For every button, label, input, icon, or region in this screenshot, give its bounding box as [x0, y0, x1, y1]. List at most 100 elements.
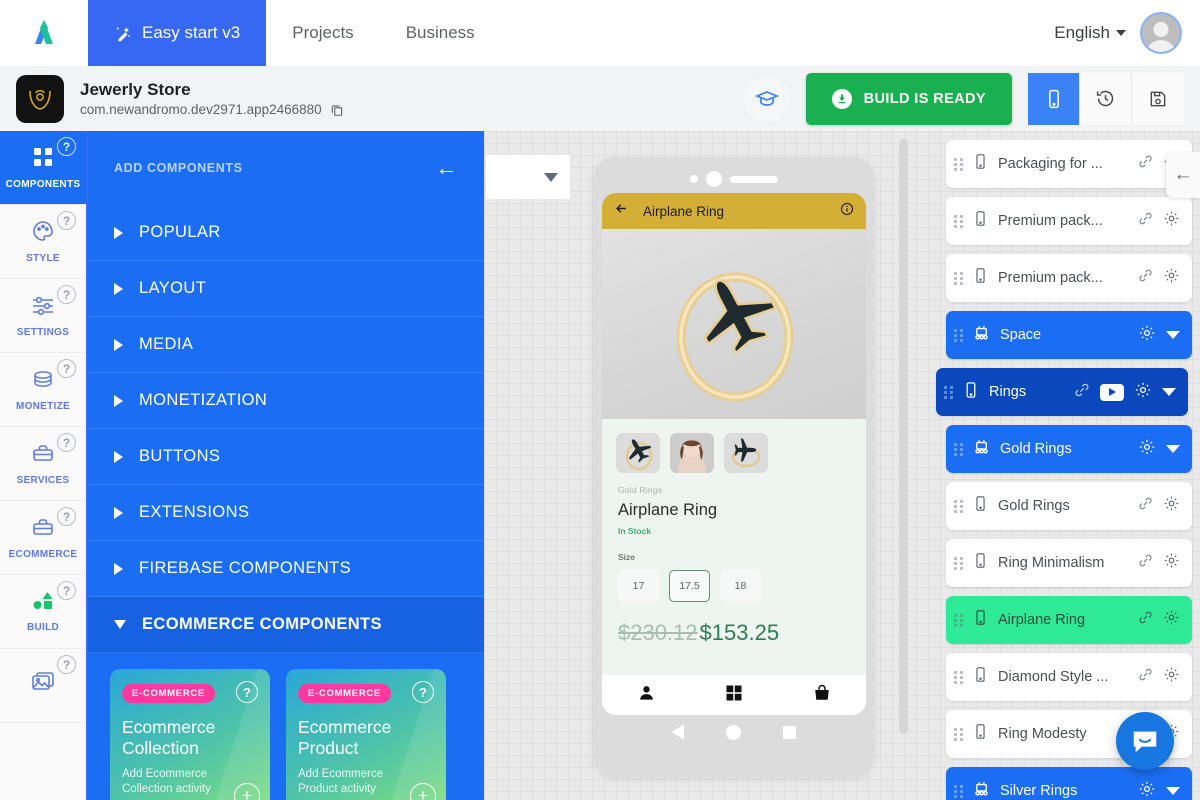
build-is-ready-button[interactable]: BUILD IS READY: [805, 72, 1012, 125]
help-icon[interactable]: ?: [57, 507, 76, 526]
home-key-icon[interactable]: [726, 724, 741, 740]
recents-key-icon[interactable]: [783, 725, 796, 739]
back-key-icon[interactable]: [672, 724, 684, 740]
sidebar-item-components[interactable]: ? COMPONENTS: [0, 131, 86, 205]
sidebar-item-style[interactable]: ? STYLE: [0, 205, 86, 279]
copy-icon[interactable]: [330, 103, 344, 117]
info-icon[interactable]: [840, 202, 854, 221]
help-icon[interactable]: ?: [57, 581, 76, 600]
link-icon[interactable]: [1138, 553, 1153, 573]
andromo-logo[interactable]: [0, 0, 88, 66]
chevron-down-icon[interactable]: [1166, 331, 1180, 339]
drag-handle-icon[interactable]: [954, 670, 966, 684]
tree-row-packaging-for[interactable]: Packaging for ...: [946, 140, 1192, 188]
accordion-popular[interactable]: POPULAR: [88, 205, 484, 261]
sidebar-item-ecommerce[interactable]: ? ECOMMERCE: [0, 501, 86, 575]
chevron-down-icon[interactable]: [1166, 445, 1180, 453]
drag-handle-icon[interactable]: [954, 613, 966, 627]
gear-icon[interactable]: [1163, 666, 1180, 688]
help-icon[interactable]: ?: [236, 681, 258, 703]
card-ecommerce-product[interactable]: E-COMMERCE ? Ecommerce Product Add Ecomm…: [286, 669, 446, 800]
drag-handle-icon[interactable]: [954, 271, 966, 285]
chevron-down-icon[interactable]: [1162, 388, 1176, 396]
sidebar-item-images[interactable]: ?: [0, 649, 86, 723]
add-icon[interactable]: +: [410, 783, 436, 800]
gear-icon[interactable]: [1134, 381, 1152, 404]
card-ecommerce-collection[interactable]: E-COMMERCE ? Ecommerce Collection Add Ec…: [110, 669, 270, 800]
help-icon[interactable]: ?: [57, 433, 76, 452]
link-icon[interactable]: [1138, 268, 1153, 288]
collapse-tree-button[interactable]: ←: [1166, 152, 1200, 198]
drag-handle-icon[interactable]: [944, 385, 956, 399]
size-option-17-5[interactable]: 17.5: [669, 570, 710, 602]
drag-handle-icon[interactable]: [954, 727, 966, 741]
accordion-ecommerce-components[interactable]: ECOMMERCE COMPONENTS: [88, 597, 484, 653]
link-icon[interactable]: [1138, 211, 1153, 231]
help-icon[interactable]: ?: [412, 681, 434, 703]
gear-icon[interactable]: [1138, 438, 1156, 461]
help-icon[interactable]: ?: [57, 285, 76, 304]
tree-row-space[interactable]: Space: [946, 311, 1192, 359]
drag-handle-icon[interactable]: [954, 214, 966, 228]
drag-handle-icon[interactable]: [954, 157, 966, 171]
drag-handle-icon[interactable]: [954, 328, 966, 342]
gear-icon[interactable]: [1163, 267, 1180, 289]
link-icon[interactable]: [1138, 496, 1153, 516]
drag-handle-icon[interactable]: [954, 784, 966, 798]
sidebar-item-services[interactable]: ? SERVICES: [0, 427, 86, 501]
language-selector[interactable]: English: [1054, 23, 1126, 43]
drag-handle-icon[interactable]: [954, 442, 966, 456]
gear-icon[interactable]: [1138, 780, 1156, 800]
sidebar-item-monetize[interactable]: ? MONETIZE: [0, 353, 86, 427]
tree-row-premium-pack-2[interactable]: Premium pack...: [946, 254, 1192, 302]
save-icon[interactable]: [1132, 72, 1184, 125]
link-icon[interactable]: [1138, 610, 1153, 630]
grid-icon[interactable]: [725, 684, 743, 707]
gear-icon[interactable]: [1163, 552, 1180, 574]
accordion-media[interactable]: MEDIA: [88, 317, 484, 373]
gear-icon[interactable]: [1163, 609, 1180, 631]
canvas-dropdown[interactable]: [486, 155, 570, 199]
link-icon[interactable]: [1074, 382, 1090, 403]
tree-row-gold-rings-group[interactable]: Gold Rings: [946, 425, 1192, 473]
arrow-left-icon[interactable]: [614, 201, 629, 221]
thumbnail-2[interactable]: [724, 433, 768, 473]
tree-row-rings[interactable]: Rings: [936, 368, 1188, 416]
thumbnail-0[interactable]: [616, 433, 660, 473]
drag-handle-icon[interactable]: [954, 499, 966, 513]
sidebar-item-settings[interactable]: ? SETTINGS: [0, 279, 86, 353]
gear-icon[interactable]: [1138, 324, 1156, 347]
add-icon[interactable]: +: [234, 783, 260, 800]
chat-bubble-icon[interactable]: [1116, 712, 1174, 770]
tab-easy-start[interactable]: Easy start v3: [88, 0, 267, 66]
youtube-icon[interactable]: [1100, 383, 1124, 401]
history-icon[interactable]: [1080, 72, 1132, 125]
help-icon[interactable]: ?: [57, 211, 76, 230]
tree-row-ring-minimalism[interactable]: Ring Minimalism: [946, 539, 1192, 587]
bag-icon[interactable]: [813, 684, 831, 707]
link-icon[interactable]: [1138, 154, 1153, 174]
avatar[interactable]: [1140, 12, 1182, 54]
canvas-scrollbar[interactable]: [899, 139, 908, 734]
help-icon[interactable]: ?: [57, 655, 76, 674]
graduation-cap-icon[interactable]: [743, 75, 790, 122]
help-icon[interactable]: ?: [57, 137, 76, 156]
arrow-left-icon[interactable]: ←: [435, 157, 458, 179]
accordion-extensions[interactable]: EXTENSIONS: [88, 485, 484, 541]
tab-projects[interactable]: Projects: [266, 0, 379, 66]
account-icon[interactable]: [637, 683, 656, 707]
tab-business[interactable]: Business: [380, 0, 501, 66]
tree-row-premium-pack-1[interactable]: Premium pack...: [946, 197, 1192, 245]
drag-handle-icon[interactable]: [954, 556, 966, 570]
tree-row-airplane-ring[interactable]: Airplane Ring: [946, 596, 1192, 644]
size-option-17[interactable]: 17: [618, 570, 659, 602]
gear-icon[interactable]: [1163, 495, 1180, 517]
phone-preview-icon[interactable]: [1028, 72, 1080, 125]
sidebar-item-build[interactable]: ? BUILD: [0, 575, 86, 649]
tree-row-silver-rings[interactable]: Silver Rings: [946, 767, 1192, 800]
link-icon[interactable]: [1138, 667, 1153, 687]
chevron-down-icon[interactable]: [1166, 787, 1180, 795]
help-icon[interactable]: ?: [57, 359, 76, 378]
accordion-buttons[interactable]: BUTTONS: [88, 429, 484, 485]
gear-icon[interactable]: [1163, 210, 1180, 232]
